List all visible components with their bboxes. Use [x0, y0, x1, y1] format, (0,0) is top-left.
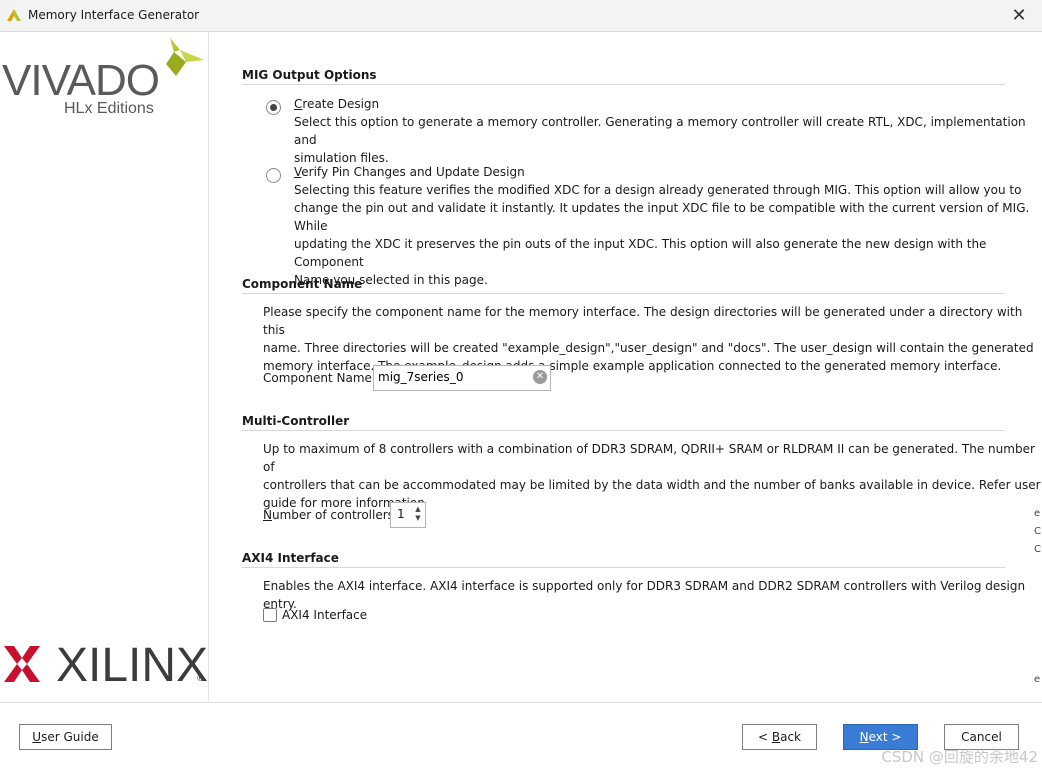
registered-mark: ® — [196, 674, 205, 684]
radio-selected-dot — [270, 104, 277, 111]
next-label: ext > — [868, 730, 902, 744]
verify-pin-changes-radio[interactable] — [266, 168, 281, 183]
background-window-glyph: C — [1034, 544, 1041, 555]
verify-pin-changes-label-text: erify Pin Changes and Update Design — [301, 165, 525, 179]
section-divider — [242, 567, 1005, 568]
vivado-logo: VIVADO HLx Editions — [2, 32, 212, 122]
multi-controller-description: Up to maximum of 8 controllers with a co… — [263, 440, 1042, 512]
vivado-app-icon — [7, 9, 21, 21]
watermark-text: CSDN @回旋的余地42 — [881, 748, 1038, 766]
mnemonic-n: N — [859, 730, 869, 744]
window-title: Memory Interface Generator — [28, 8, 200, 22]
vivado-wordmark: VIVADO — [2, 56, 160, 105]
section-divider — [242, 430, 1005, 431]
verify-pin-changes-description: Selecting this feature verifies the modi… — [294, 181, 1042, 289]
main-content: MIG Output Options Create Design Select … — [209, 32, 1042, 701]
mnemonic-b: B — [771, 730, 781, 744]
section-title-multi-controller: Multi-Controller — [242, 414, 350, 428]
axi4-description: Enables the AXI4 interface. AXI4 interfa… — [263, 579, 1026, 611]
axi4-interface-checkbox-label[interactable]: AXI4 Interface — [282, 608, 367, 622]
back-button[interactable]: < Back — [742, 724, 817, 750]
description-line: change the pin out and validate it insta… — [294, 201, 1030, 233]
description-line: controllers that can be accommodated may… — [263, 478, 1041, 492]
vivado-leaf-icon — [166, 38, 204, 76]
back-label: ack — [780, 730, 801, 744]
description-line: Name you selected in this page. — [294, 273, 488, 287]
verify-pin-changes-label[interactable]: Verify Pin Changes and Update Design — [294, 165, 525, 179]
component-name-label: Component Name — [263, 371, 372, 385]
section-divider — [242, 84, 1005, 85]
description-line: updating the XDC it preserves the pin ou… — [294, 237, 987, 269]
mnemonic-u: U — [32, 730, 42, 744]
description-line: Select this option to generate a memory … — [294, 115, 1026, 147]
section-divider — [242, 293, 1005, 294]
component-name-field[interactable]: ✕ — [373, 365, 551, 391]
xilinx-wordmark: XILINX — [56, 639, 209, 692]
back-prefix: < — [757, 730, 772, 744]
create-design-label-text: reate Design — [302, 97, 380, 111]
clear-icon[interactable]: ✕ — [533, 370, 547, 384]
xilinx-logo: XILINX ® — [2, 639, 209, 692]
section-title-component-name: Component Name — [242, 277, 363, 291]
sidebar-branding — [0, 32, 209, 701]
description-line: name. Three directories will be created … — [263, 341, 1034, 355]
close-icon[interactable]: ✕ — [996, 0, 1042, 31]
section-title-axi4-interface: AXI4 Interface — [242, 551, 339, 565]
create-design-radio[interactable] — [266, 100, 281, 115]
section-title-output-options: MIG Output Options — [242, 68, 377, 82]
number-of-controllers-label-text: umber of controllers — [271, 508, 394, 522]
component-name-input[interactable] — [376, 368, 530, 386]
spinner-value: 1 — [397, 507, 405, 521]
description-line: Up to maximum of 8 controllers with a co… — [263, 442, 1035, 474]
create-design-label[interactable]: Create Design — [294, 97, 379, 111]
spinner-arrows: ▲ ▼ — [413, 505, 423, 523]
background-window-glyph: C — [1034, 526, 1041, 537]
spinner-down-icon[interactable]: ▼ — [413, 514, 423, 523]
description-line: Please specify the component name for th… — [263, 305, 1023, 337]
create-design-description: Select this option to generate a memory … — [294, 113, 1042, 167]
title-bar: Memory Interface Generator ✕ — [0, 0, 1042, 32]
description-line: Selecting this feature verifies the modi… — [294, 183, 1022, 197]
background-window-glyph: e — [1034, 674, 1041, 685]
user-guide-button[interactable]: User Guide — [19, 724, 112, 750]
number-of-controllers-label: Number of controllers — [263, 508, 394, 522]
mnemonic-n: N — [263, 508, 272, 522]
vivado-edition-label: HLx Editions — [64, 100, 154, 117]
xilinx-x-icon — [4, 646, 40, 682]
background-window-glyph: e — [1034, 508, 1041, 519]
axi4-interface-checkbox[interactable] — [263, 608, 277, 622]
number-of-controllers-spinner[interactable]: 1 ▲ ▼ — [390, 502, 426, 528]
spinner-up-icon[interactable]: ▲ — [413, 505, 423, 514]
user-guide-label: ser Guide — [41, 730, 99, 744]
